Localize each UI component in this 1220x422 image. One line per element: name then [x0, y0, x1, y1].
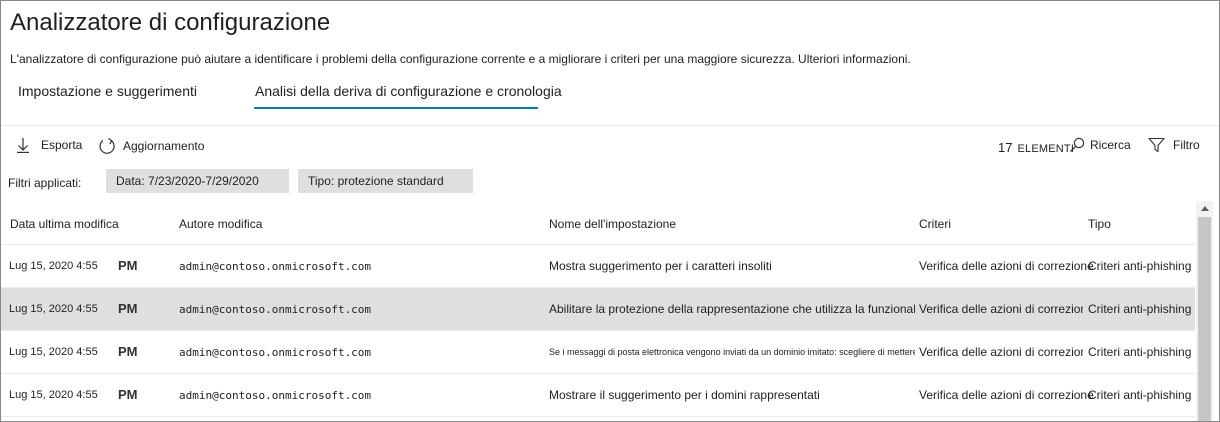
selected-tab-indicator — [254, 107, 538, 109]
cell-ampm: PM — [118, 258, 138, 273]
cell-ampm: PM — [118, 344, 138, 359]
table-row-selected[interactable]: Lug 15, 2020 4:55 PM admin@contoso.onmic… — [1, 288, 1195, 331]
filter-label: Filtro — [1173, 138, 1200, 152]
refresh-button[interactable]: Aggiornamento — [98, 137, 204, 155]
item-count-label: ELEMENTI — [1017, 143, 1075, 155]
cell-setting: Se i messaggi di posta elettronica vengo… — [549, 347, 915, 357]
cell-setting: Mostra suggerimento per i caratteri inso… — [549, 259, 772, 273]
refresh-label: Aggiornamento — [123, 139, 205, 153]
page-title: Analizzatore di configurazione — [10, 9, 331, 36]
search-label: Ricerca — [1090, 138, 1131, 152]
column-header-policy[interactable]: Criteri — [919, 217, 951, 231]
search-button[interactable]: Ricerca — [1069, 137, 1131, 153]
cell-author: admin@contoso.onmicrosoft.com — [179, 389, 372, 402]
filter-chip-date[interactable]: Data: 7/23/2020-7/29/2020 — [106, 169, 289, 193]
column-header-type[interactable]: Tipo — [1088, 217, 1111, 231]
cell-type: Criteri anti-phishing — [1088, 302, 1192, 316]
cell-setting: Mostrare il suggerimento per i domini ra… — [549, 388, 820, 402]
column-header-setting-name[interactable]: Nome dell'impostazione — [549, 217, 676, 231]
vertical-scrollbar[interactable] — [1196, 201, 1213, 421]
cell-date: Lug 15, 2020 4:55 — [9, 389, 98, 401]
export-button[interactable]: Esporta — [16, 137, 82, 153]
search-icon — [1069, 137, 1085, 153]
configuration-analyzer-page: Analizzatore di configurazione L'analizz… — [0, 0, 1220, 422]
filter-button[interactable]: Filtro — [1148, 137, 1200, 153]
cell-type: Criteri anti-phishing — [1088, 345, 1192, 359]
applied-filters-label: Filtri applicati: — [8, 176, 82, 190]
cell-author: admin@contoso.onmicrosoft.com — [179, 346, 372, 359]
table-row[interactable]: Lug 15, 2020 4:55 PM admin@contoso.onmic… — [1, 245, 1195, 288]
column-header-last-modified[interactable]: Data ultima modifica — [10, 217, 119, 231]
refresh-icon — [98, 137, 116, 155]
filter-icon — [1148, 137, 1165, 153]
cell-ampm: PM — [118, 387, 138, 402]
cell-date: Lug 15, 2020 4:55 — [9, 346, 98, 358]
cell-author: admin@contoso.onmicrosoft.com — [179, 260, 372, 273]
cell-policy: Verifica delle azioni di correzione — [919, 302, 1083, 316]
cell-type: Criteri anti-phishing — [1088, 259, 1192, 273]
scroll-up-arrow-icon[interactable] — [1201, 206, 1209, 211]
table-row[interactable]: Lug 15, 2020 4:55 PM admin@contoso.onmic… — [1, 374, 1195, 417]
cell-date: Lug 15, 2020 4:55 — [9, 303, 98, 315]
scroll-thumb[interactable] — [1198, 217, 1211, 421]
filter-chip-type[interactable]: Tipo: protezione standard — [298, 169, 473, 193]
download-icon — [16, 137, 30, 153]
cell-policy: Verifica delle azioni di correzione — [919, 345, 1083, 359]
cell-policy: Verifica delle azioni di correzione — [919, 388, 1094, 402]
page-description: L'analizzatore di configurazione può aiu… — [10, 52, 911, 66]
cell-date: Lug 15, 2020 4:55 — [9, 260, 98, 272]
table-row[interactable]: Lug 15, 2020 4:55 PM admin@contoso.onmic… — [1, 331, 1195, 374]
tab-settings-and-recommendations[interactable]: Impostazione e suggerimenti — [18, 83, 197, 99]
export-label: Esporta — [41, 138, 83, 152]
tab-drift-analysis-and-history[interactable]: Analisi della deriva di configurazione e… — [255, 83, 562, 99]
cell-author: admin@contoso.onmicrosoft.com — [179, 303, 372, 316]
divider — [1, 125, 1219, 126]
cell-setting: Abilitare la protezione della rappresent… — [549, 302, 915, 316]
cell-ampm: PM — [118, 301, 138, 316]
column-header-modified-by[interactable]: Autore modifica — [179, 217, 262, 231]
item-count: 17 ELEMENTI — [998, 140, 1074, 155]
cell-policy: Verifica delle azioni di correzione — [919, 259, 1094, 273]
item-count-number: 17 — [998, 140, 1013, 155]
cell-type: Criteri anti-phishing — [1088, 388, 1192, 402]
